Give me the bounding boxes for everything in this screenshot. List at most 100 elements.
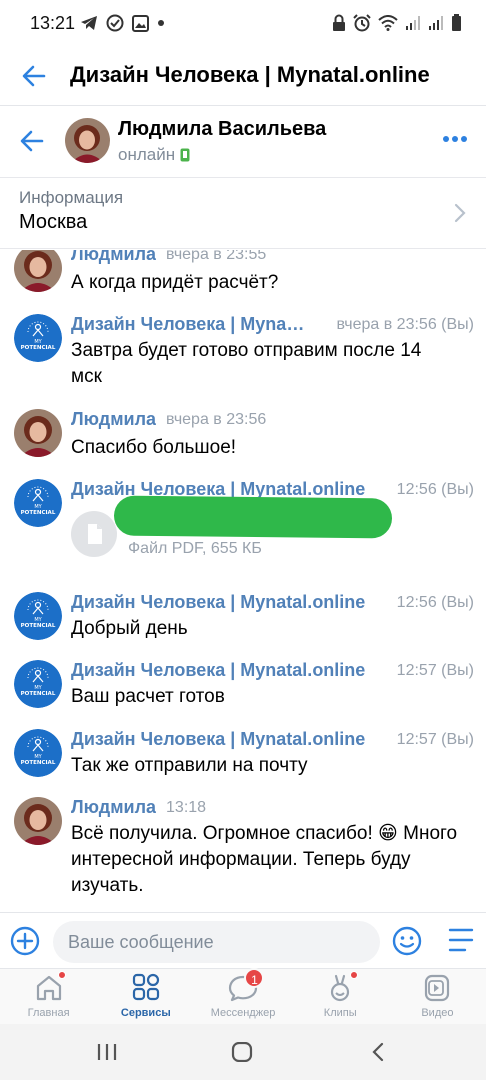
- online-status: онлайн: [118, 145, 190, 165]
- message-time: 12:56: [396, 481, 437, 498]
- status-bar: 13:21: [0, 0, 486, 48]
- app-title: Дизайн Человека | Mynatal.online: [70, 62, 430, 87]
- tab-services[interactable]: Сервисы: [97, 969, 194, 1024]
- message-text: Завтра будет готово отправим после 14 мс…: [71, 340, 422, 387]
- avatar[interactable]: MY POTENCIAL: [14, 592, 62, 640]
- svg-text:POTENCIAL: POTENCIAL: [21, 345, 56, 351]
- message-item[interactable]: Людмила 13:18 Всё получила. Огромное спас…: [0, 797, 486, 907]
- home-button-icon[interactable]: [231, 1042, 253, 1062]
- system-nav-bar: [0, 1024, 486, 1080]
- message-sender[interactable]: Людмила: [71, 250, 156, 265]
- message-time: вчера в 23:56: [336, 316, 437, 333]
- avatar[interactable]: MY POTENCIAL: [14, 314, 62, 362]
- message-text: Спасибо большое!: [71, 437, 237, 458]
- message-sender[interactable]: Дизайн Человека | Mynatal.online: [71, 729, 365, 750]
- info-value: Москва: [19, 211, 88, 233]
- tab-home[interactable]: Главная: [0, 969, 97, 1024]
- message-you-label: (Вы): [441, 662, 474, 679]
- signal-icon: [406, 16, 420, 30]
- avatar[interactable]: [14, 797, 62, 845]
- message-you-label: (Вы): [441, 316, 474, 333]
- chat-header[interactable]: Людмила Васильева онлайн: [0, 107, 486, 177]
- video-icon: [425, 974, 450, 1002]
- notification-dot: [349, 971, 358, 979]
- avatar[interactable]: [14, 250, 62, 292]
- info-label: Информация: [19, 188, 124, 207]
- tab-label: Сервисы: [120, 1007, 171, 1019]
- info-bar[interactable]: Информация Москва: [0, 177, 486, 249]
- app-bar: Дизайн Человека | Mynatal.online: [0, 48, 486, 106]
- more-dots-icon[interactable]: [442, 135, 468, 143]
- arrow-left-icon[interactable]: [18, 127, 46, 155]
- message-text: Всё получила. Огромное спасибо! 😁 Много …: [71, 823, 458, 896]
- telegram-icon: [81, 16, 97, 30]
- message-text: Добрый день: [71, 618, 188, 639]
- tab-messenger[interactable]: 1 Мессенджер: [194, 968, 291, 1024]
- file-meta: Файл PDF, 655 КБ: [128, 540, 262, 557]
- message-sender[interactable]: Дизайн Человека | Mynatal.online: [71, 660, 365, 681]
- svg-text:POTENCIAL: POTENCIAL: [21, 760, 56, 766]
- svg-text:POTENCIAL: POTENCIAL: [21, 510, 56, 516]
- dot-icon: [158, 20, 164, 26]
- avatar[interactable]: [65, 118, 110, 163]
- redacted-filename: [113, 495, 393, 539]
- recent-apps-icon[interactable]: [96, 1042, 118, 1062]
- document-icon: [88, 524, 102, 544]
- message-you-label: (Вы): [441, 481, 474, 498]
- menu-lines-icon[interactable]: [447, 927, 475, 953]
- tab-video[interactable]: Видео: [389, 969, 486, 1024]
- svg-text:POTENCIAL: POTENCIAL: [21, 691, 56, 697]
- contact-name: Людмила Васильева: [118, 118, 327, 140]
- avatar[interactable]: MY POTENCIAL: [14, 729, 62, 777]
- alarm-icon: [353, 14, 371, 32]
- message-text: А когда придёт расчёт?: [71, 272, 279, 293]
- message-item[interactable]: MYPOTENCIAL Дизайн Человека | Mynatal.on…: [0, 592, 486, 652]
- message-input[interactable]: [53, 921, 380, 963]
- emoji-icon[interactable]: [392, 926, 422, 956]
- message-sender[interactable]: Людмила: [71, 409, 156, 430]
- message-time: 12:56: [396, 594, 437, 611]
- avatar[interactable]: MY POTENCIAL: [14, 660, 62, 708]
- message-item[interactable]: MYPOTENCIAL Дизайн Человека | Mynatal.on…: [0, 477, 486, 567]
- message-text: Так же отправили на почту: [71, 755, 308, 776]
- file-attachment[interactable]: [71, 511, 117, 557]
- status-time: 13:21: [30, 13, 76, 33]
- battery-icon: [452, 14, 461, 31]
- message-time: вчера в 23:56: [166, 411, 267, 428]
- message-item[interactable]: MYPOTENCIAL Дизайн Человека | Mynatal.on…: [0, 312, 486, 402]
- message-item[interactable]: Людмила вчера в 23:55 А когда придёт расч…: [0, 250, 486, 304]
- message-sender[interactable]: Дизайн Человека | Mynatal.online: [71, 592, 365, 613]
- add-attachment-icon[interactable]: [10, 926, 40, 956]
- signal-icon: [429, 16, 443, 30]
- online-status-text: онлайн: [118, 145, 176, 164]
- message-list[interactable]: Людмила вчера в 23:55 А когда придёт расч…: [0, 250, 486, 912]
- message-time: вчера в 23:55: [166, 250, 267, 263]
- tab-label: Видео: [421, 1007, 454, 1019]
- lock-icon: [333, 14, 345, 31]
- arrow-left-icon[interactable]: [20, 62, 48, 90]
- message-item[interactable]: MYPOTENCIAL Дизайн Человека | Mynatal.on…: [0, 729, 486, 789]
- wifi-icon: [378, 15, 398, 31]
- tab-label: Главная: [27, 1007, 70, 1019]
- message-composer: [0, 912, 486, 968]
- message-time: 12:57: [396, 662, 437, 679]
- svg-text:POTENCIAL: POTENCIAL: [21, 623, 56, 629]
- tab-label: Клипы: [323, 1007, 357, 1019]
- message-you-label: (Вы): [441, 594, 474, 611]
- tab-clips[interactable]: Клипы: [292, 969, 389, 1024]
- bottom-tab-bar: Главная Сервисы 1 Мессенджер Клипы Видео: [0, 968, 486, 1024]
- message-you-label: (Вы): [441, 731, 474, 748]
- avatar[interactable]: [14, 409, 62, 457]
- message-item[interactable]: Людмила вчера в 23:56 Спасибо большое!: [0, 407, 486, 467]
- message-sender[interactable]: Людмила: [71, 797, 156, 818]
- message-item[interactable]: MYPOTENCIAL Дизайн Человека | Mynatal.on…: [0, 660, 486, 720]
- unread-badge: 1: [244, 968, 265, 988]
- avatar[interactable]: MY POTENCIAL: [14, 479, 62, 527]
- message-text: Ваш расчет готов: [71, 686, 225, 707]
- back-icon[interactable]: [370, 1042, 386, 1062]
- message-sender[interactable]: Дизайн Человека | Mynatal.online: [71, 314, 307, 335]
- notification-dot: [58, 971, 66, 979]
- chevron-right-icon: [454, 203, 466, 223]
- check-circle-icon: [106, 14, 124, 32]
- message-time: 13:18: [166, 799, 207, 816]
